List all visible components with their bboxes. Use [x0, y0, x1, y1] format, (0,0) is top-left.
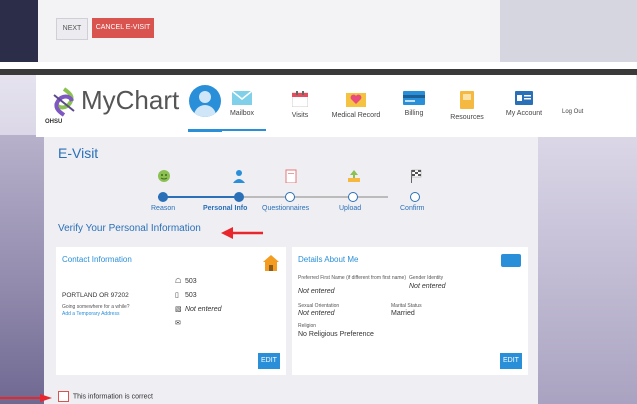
app-header: MyChart OHSU Mailbox Visits Medical Reco…: [36, 75, 636, 137]
credit-card-icon: [403, 91, 425, 105]
id-card-icon: [501, 254, 521, 267]
checkered-flag-icon: [411, 169, 422, 183]
sexual-orientation-label: Sexual Orientation: [298, 303, 340, 309]
book-icon: [460, 91, 474, 109]
step-dot-personal-info: [234, 192, 244, 202]
step-label-questionnaires[interactable]: Questionnaires: [262, 205, 309, 212]
previous-page-strip: NEXT CANCEL E-VISIT: [0, 0, 637, 62]
email-row: ✉: [175, 319, 183, 327]
step-label-reason[interactable]: Reason: [151, 205, 175, 212]
mychart-logo-icon[interactable]: [48, 85, 80, 119]
nav-my-account-label: My Account: [505, 110, 543, 117]
nav-billing[interactable]: Billing: [394, 91, 434, 131]
divider-gap: [0, 62, 637, 69]
nav-visits-label: Visits: [291, 112, 309, 119]
house-icon: [263, 255, 279, 271]
work-phone-value: Not entered: [184, 306, 222, 313]
previous-page-right-pane: [500, 0, 637, 62]
nav-mailbox[interactable]: Mailbox: [216, 91, 268, 131]
evisit-panel: E-Visit Reason Personal Info Questionnai…: [44, 137, 538, 404]
gender-identity-value: Not entered: [409, 283, 446, 290]
step-label-confirm[interactable]: Confirm: [400, 205, 425, 212]
previous-page-left-bar: [0, 0, 38, 62]
confirm-row: This information is correct: [58, 391, 153, 402]
nav-medical-record-label: Medical Record: [331, 112, 381, 119]
nav-visits[interactable]: Visits: [282, 91, 318, 131]
confirm-checkbox[interactable]: [58, 391, 69, 402]
mobile-phone-row: ▯ 503: [175, 291, 197, 299]
step-dot-confirm: [410, 192, 420, 202]
nav-resources[interactable]: Resources: [444, 91, 490, 131]
going-away-text: Going somewhere for a while?: [62, 304, 130, 310]
nav-resources-label: Resources: [450, 114, 484, 121]
contact-info-title: Contact Information: [62, 255, 132, 264]
avatar-head-shape: [199, 91, 211, 103]
step-dot-upload: [348, 192, 358, 202]
home-phone-value: 503: [184, 278, 197, 285]
envelope-icon: [232, 91, 252, 105]
annotation-arrow-checkbox: [0, 394, 52, 402]
calendar-icon: [292, 91, 308, 107]
home-phone-icon: ☖: [175, 278, 182, 285]
sexual-orientation-value: Not entered: [298, 310, 335, 317]
marital-status-value: Married: [391, 310, 415, 317]
progress-steps: Reason Personal Info Questionnaires Uplo…: [134, 167, 434, 213]
add-temp-address-link[interactable]: Add a Temporary Address: [62, 311, 119, 317]
smiley-icon: [158, 170, 170, 182]
logout-link[interactable]: Log Out: [562, 109, 583, 115]
brand-name[interactable]: MyChart: [81, 85, 179, 116]
gender-identity-label: Gender Identity: [409, 275, 444, 281]
mobile-phone-icon: ▯: [175, 292, 179, 299]
religion-label: Religion: [298, 323, 317, 329]
id-card-icon: [515, 91, 533, 105]
details-about-me-card: Details About Me Preferred First Name (i…: [292, 247, 528, 375]
step-label-upload[interactable]: Upload: [339, 205, 361, 212]
step-label-personal-info[interactable]: Personal Info: [203, 205, 247, 212]
work-phone-row: ▧ Not entered: [175, 305, 222, 313]
edit-details-button[interactable]: EDIT: [500, 353, 522, 369]
next-button[interactable]: NEXT: [56, 18, 88, 40]
marital-status-label: Marital Status: [391, 303, 422, 309]
nav-my-account[interactable]: My Account: [500, 91, 548, 131]
clipboard-icon: [285, 169, 297, 183]
edit-contact-button[interactable]: EDIT: [258, 353, 280, 369]
confirm-label[interactable]: This information is correct: [73, 393, 153, 400]
address-text: PORTLAND OR 97202: [62, 292, 129, 299]
nav-medical-record[interactable]: Medical Record: [325, 91, 387, 131]
home-phone-row: ☖ 503: [175, 277, 197, 285]
annotation-arrow: [221, 227, 263, 239]
step-dot-reason: [158, 192, 168, 202]
step-dot-questionnaires: [285, 192, 295, 202]
brand-sub: OHSU: [45, 119, 63, 125]
contact-info-card: Contact Information PORTLAND OR 97202 Go…: [56, 247, 286, 375]
preferred-name-value: Not entered: [298, 288, 335, 295]
background-left-shade: [0, 135, 44, 404]
details-title: Details About Me: [298, 255, 359, 264]
mobile-phone-value: 503: [184, 292, 197, 299]
heart-folder-icon: [346, 93, 366, 107]
cancel-evisit-button[interactable]: CANCEL E-VISIT: [92, 18, 154, 38]
work-phone-icon: ▧: [175, 306, 182, 313]
upload-icon: [348, 170, 360, 182]
avatar-body-shape: [194, 105, 216, 117]
section-heading: Verify Your Personal Information: [58, 223, 201, 234]
page-title: E-Visit: [58, 145, 99, 161]
progress-track-done: [158, 196, 239, 198]
nav-mailbox-underline: [218, 129, 266, 131]
religion-value: No Religious Preference: [298, 331, 374, 338]
email-icon: ✉: [175, 320, 181, 327]
preferred-name-label: Preferred First Name (if different from …: [298, 275, 406, 281]
nav-mailbox-label: Mailbox: [229, 110, 255, 117]
nav-billing-label: Billing: [404, 110, 424, 117]
person-icon: [233, 170, 245, 183]
